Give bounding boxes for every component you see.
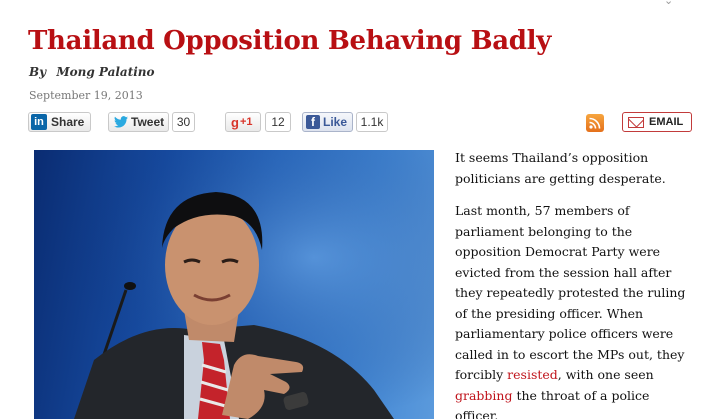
linkedin-icon: in [31,114,47,130]
chevron-icon[interactable]: ⌄ [664,0,678,6]
linkedin-share-button[interactable]: in Share [28,112,91,132]
article-body: It seems Thailand’s opposition politicia… [455,148,695,419]
paragraph-1: It seems Thailand’s opposition politicia… [455,150,666,186]
facebook-icon: f [306,115,320,129]
politician-photo-illustration [34,150,434,419]
share-toolbar: in Share Tweet 30 g +1 12 f Like 1.1k EM… [0,112,704,134]
rss-icon[interactable] [586,114,604,132]
gplus-label: +1 [239,116,253,128]
email-label: EMAIL [649,116,684,128]
facebook-like-count: 1.1k [356,112,388,132]
paragraph-2-text-a: Last month, 57 members of parliament bel… [455,203,686,382]
grabbing-link[interactable]: grabbing [455,388,512,403]
resisted-link[interactable]: resisted [507,367,558,382]
byline: By Mong Palatino [29,65,155,79]
facebook-like-button[interactable]: f Like [302,112,353,132]
email-button[interactable]: EMAIL [622,112,692,132]
article-photo [34,150,434,419]
twitter-bird-icon [114,116,128,128]
publish-date: September 19, 2013 [29,89,143,102]
byline-prefix: By [29,65,47,79]
linkedin-share-label: Share [51,115,85,129]
paragraph-2: Last month, 57 members of parliament bel… [455,201,695,419]
google-plus-button[interactable]: g +1 [225,112,261,132]
gplus-count: 12 [265,112,291,132]
tweet-count: 30 [172,112,195,132]
author-name[interactable]: Mong Palatino [56,65,154,79]
google-plus-icon: g [231,114,239,130]
tweet-button[interactable]: Tweet [108,112,169,132]
envelope-icon [628,116,644,128]
tweet-label: Tweet [131,115,165,129]
paragraph-2-text-b: , with one seen [557,367,654,382]
facebook-like-label: Like [323,115,348,129]
article-title: Thailand Opposition Behaving Badly [28,26,552,56]
